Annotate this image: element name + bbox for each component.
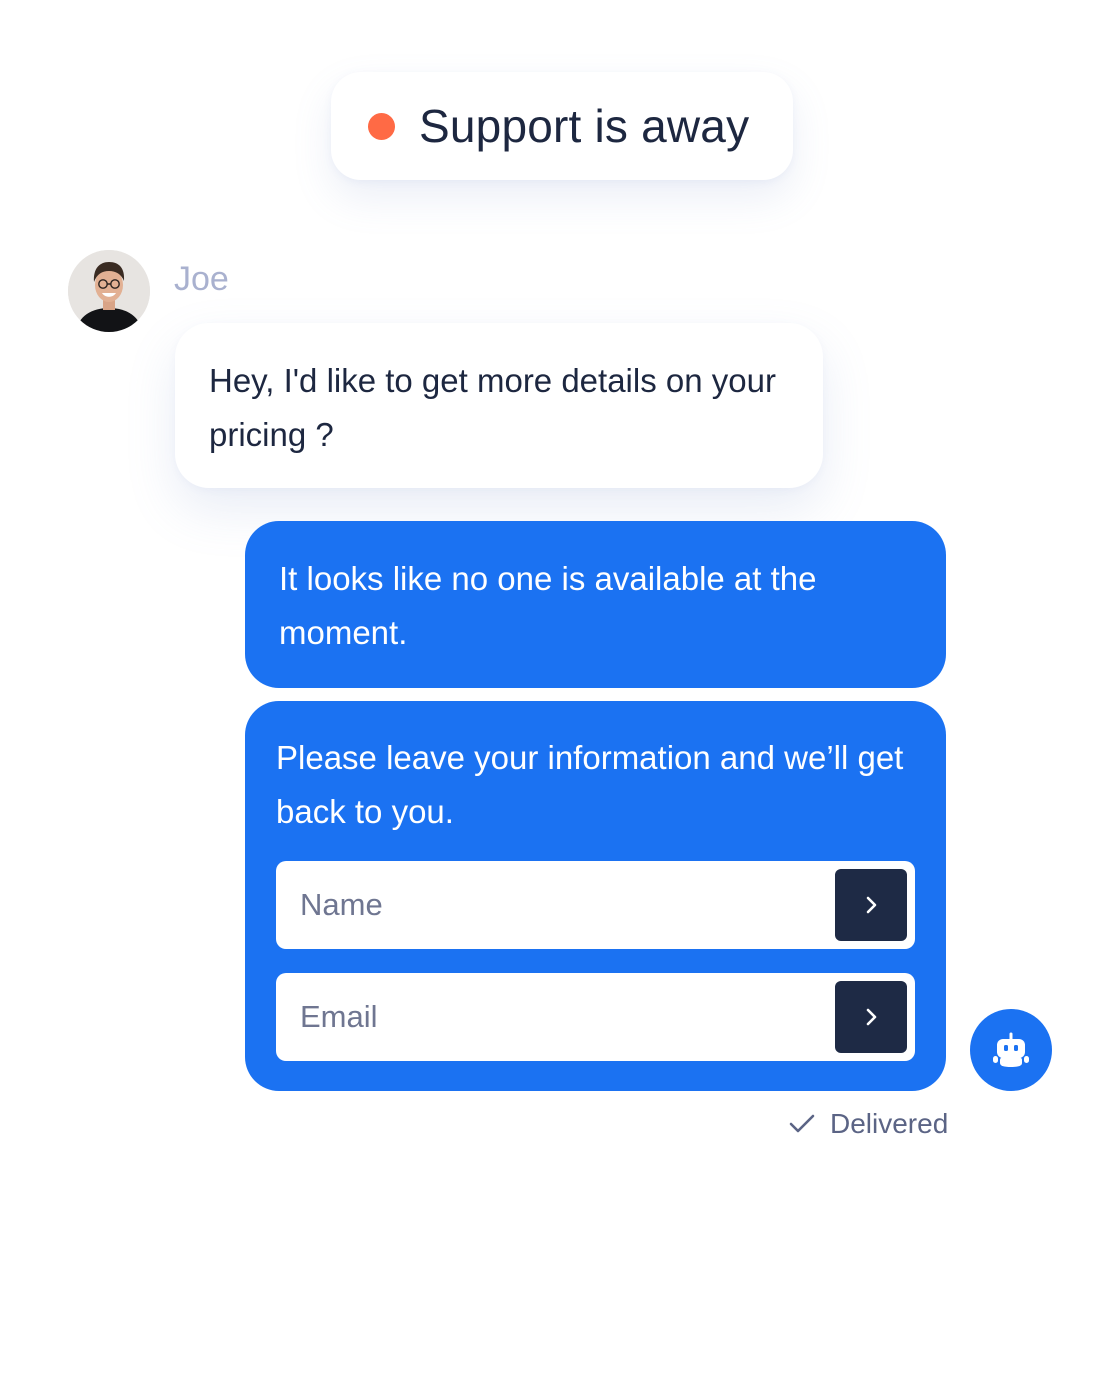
name-submit-button[interactable] bbox=[835, 869, 907, 941]
email-field bbox=[276, 973, 915, 1061]
visitor-message-bubble: Hey, I'd like to get more details on you… bbox=[175, 323, 823, 488]
visitor-message-text: Hey, I'd like to get more details on you… bbox=[209, 362, 776, 453]
bot-message-text: It looks like no one is available at the… bbox=[279, 560, 817, 651]
chat-widget: Support is away Joe Hey, I'd like to get… bbox=[0, 0, 1119, 1395]
robot-icon bbox=[993, 1032, 1029, 1067]
avatar bbox=[68, 250, 150, 332]
name-input[interactable] bbox=[276, 861, 816, 949]
chevron-right-icon bbox=[866, 896, 877, 914]
support-status-pill: Support is away bbox=[331, 72, 793, 180]
status-dot-icon bbox=[368, 112, 395, 140]
author-name: Joe bbox=[174, 260, 229, 298]
chevron-right-icon bbox=[866, 1008, 877, 1026]
user-avatar-icon bbox=[68, 250, 150, 332]
bot-avatar-badge bbox=[970, 1009, 1052, 1091]
name-field bbox=[276, 861, 915, 949]
support-status-text: Support is away bbox=[419, 100, 750, 152]
email-submit-button[interactable] bbox=[835, 981, 907, 1053]
contact-form-bubble: Please leave your information and we’ll … bbox=[245, 701, 946, 1091]
contact-form-prompt: Please leave your information and we’ll … bbox=[276, 739, 904, 830]
check-icon bbox=[788, 1113, 816, 1135]
delivery-status-text: Delivered bbox=[830, 1108, 949, 1139]
bot-message-bubble: It looks like no one is available at the… bbox=[245, 521, 946, 688]
delivery-status: Delivered bbox=[788, 1108, 948, 1140]
email-input[interactable] bbox=[276, 973, 816, 1061]
